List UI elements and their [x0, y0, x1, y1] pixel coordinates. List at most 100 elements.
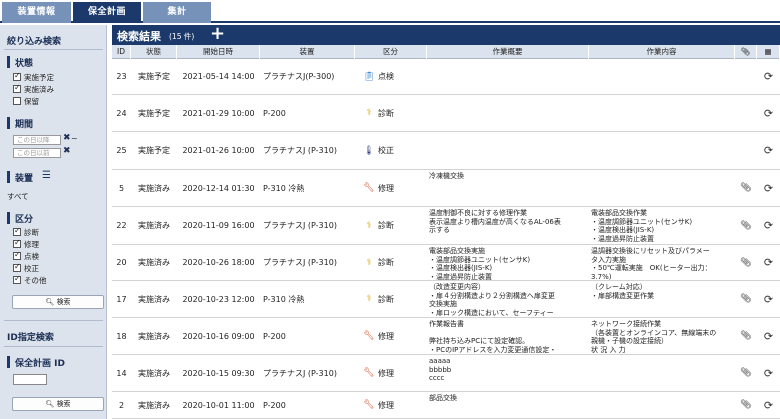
table-row[interactable]: 18 実施済み 2020-10-16 09:00 P-200 🔧︎ 修理 作業報告書 弊社持…: [112, 318, 780, 355]
table-row[interactable]: 5 実施済み 2020-12-14 01:30 P-310 冷熱 🔧︎ 修理 冷凍機交換 📎︎…: [112, 170, 780, 207]
plan-id-input[interactable]: [13, 374, 47, 385]
category-option-repair[interactable]: 修理: [13, 238, 39, 249]
col-category[interactable]: 区分: [355, 45, 427, 59]
row-device: プラチナスJ (P-310): [263, 146, 337, 155]
row-action: ⟳: [757, 355, 780, 391]
sync-icon[interactable]: ⟳: [764, 399, 773, 412]
row-datetime: 2021-05-14 14:00: [182, 72, 255, 81]
checkbox[interactable]: [13, 226, 21, 236]
status-option-done[interactable]: 実施済み: [13, 83, 54, 94]
summary-text: aaaaa bbbbb cccc: [429, 357, 452, 382]
stethoscope-icon: ⚕: [366, 220, 372, 231]
plus-icon[interactable]: +: [210, 23, 225, 44]
summary-text: 温度制御不良に対する修理作業 表示温度より槽内温度が高くなるAL-06表 示する: [429, 209, 561, 234]
col-id[interactable]: ID: [112, 45, 131, 59]
checkbox[interactable]: [13, 262, 21, 272]
row-content: （クレーム対応） ・扉部構造変更作業: [589, 281, 735, 317]
sync-icon[interactable]: ⟳: [764, 256, 773, 269]
category-text: 診断: [378, 294, 394, 304]
list-icon[interactable]: ☰: [42, 170, 51, 181]
tab-summary[interactable]: 集計: [143, 2, 211, 23]
category-option-diagnosis[interactable]: 診断: [13, 226, 39, 237]
category-option-inspection[interactable]: 点検: [13, 250, 39, 261]
col-datetime[interactable]: 開始日時: [177, 45, 260, 59]
row-summary: （改造変更内容） ・扉４分割構造より２分割構造へ扉変更 交換実施 ・扉ロック構造…: [427, 281, 589, 317]
period-from-input[interactable]: この日以降: [13, 135, 61, 145]
table-row[interactable]: 23 実施予定 2021-05-14 14:00 プラチナスJ(P-300) 📋︎ 点検 ⟳: [112, 59, 780, 95]
top-tab-bar: 装置情報 保全計画 集計: [0, 0, 780, 23]
period-tilde: ~: [71, 134, 78, 143]
row-attachment: 📎︎: [735, 281, 757, 317]
paperclip-icon[interactable]: 📎︎: [740, 258, 751, 268]
table-row[interactable]: 25 実施予定 2021-01-26 10:00 プラチナスJ (P-310) 🌡︎ 校正…: [112, 132, 780, 170]
table-row[interactable]: 22 実施済み 2020-11-09 16:00 プラチナスJ (P-310) ⚕ 診断 温…: [112, 207, 780, 245]
table-row[interactable]: 20 実施済み 2020-10-26 18:00 プラチナスJ (P-310) ⚕ 診断 電…: [112, 245, 780, 281]
sync-icon[interactable]: ⟳: [764, 107, 773, 120]
option-label: その他: [24, 275, 47, 285]
filter-search-button[interactable]: 🔍︎ 検索: [12, 295, 104, 309]
tab-maintenance-plan[interactable]: 保全計画: [73, 2, 141, 23]
summary-text: 部品交換: [429, 394, 457, 402]
category-text: 修理: [378, 368, 394, 378]
sync-icon[interactable]: ⟳: [764, 70, 773, 83]
paperclip-icon[interactable]: 📎︎: [740, 331, 751, 341]
stethoscope-icon: ⚕: [366, 294, 372, 304]
checkbox[interactable]: [13, 71, 21, 81]
sync-icon[interactable]: ⟳: [764, 293, 773, 306]
clear-from-icon[interactable]: ✖: [63, 133, 71, 143]
summary-text: 電装部品交換実施 ・温度調節器ユニット(センサK) ・温度検出器(JIS-K) …: [429, 247, 531, 280]
sync-icon[interactable]: ⟳: [764, 219, 773, 232]
row-attachment: [735, 95, 757, 131]
period-to-input[interactable]: この日以前: [13, 148, 61, 158]
row-id: 23: [116, 72, 127, 81]
row-summary: aaaaa bbbbb cccc: [427, 355, 589, 391]
row-datetime: 2020-10-23 12:00: [182, 294, 255, 304]
table-row[interactable]: 2 実施済み 2020-10-01 11:00 P-200 🔧︎ 修理 部品交換 📎︎ ⟳: [112, 392, 780, 419]
paperclip-icon[interactable]: 📎︎: [740, 400, 751, 410]
clear-to-icon[interactable]: ✖: [63, 146, 71, 156]
col-summary[interactable]: 作業概要: [427, 45, 589, 59]
row-category: ⚕ 診断: [355, 245, 427, 280]
checkbox[interactable]: [13, 97, 21, 105]
col-content[interactable]: 作業内容: [589, 45, 735, 59]
checkbox[interactable]: [13, 83, 21, 93]
category-option-other[interactable]: その他: [13, 274, 47, 285]
row-id: 18: [116, 331, 127, 341]
paperclip-icon[interactable]: 📎︎: [740, 221, 751, 231]
row-attachment: 📎︎: [735, 318, 757, 354]
paperclip-icon: 📎︎: [735, 45, 757, 59]
status-option-planned[interactable]: 実施予定: [13, 71, 54, 82]
row-action: ⟳: [757, 59, 780, 94]
col-device[interactable]: 装置: [260, 45, 355, 59]
row-content: ネットワーク接続作業 （各装置とオンラインコア、無線端末の 親機・子機の設定接続…: [589, 318, 735, 354]
row-action: ⟳: [757, 245, 780, 280]
status-option-hold[interactable]: 保留: [13, 96, 39, 106]
table-row[interactable]: 17 実施済み 2020-10-23 12:00 P-310 冷熱 ⚕ 診断 （改造変更内容…: [112, 281, 780, 318]
row-device: プラチナスJ (P-310): [263, 368, 337, 378]
content-text: 電装部品交換作業 ・温度調節器ユニット(センサK) ・温度検出器(JIS-K) …: [591, 209, 693, 243]
category-option-calibration[interactable]: 校正: [13, 262, 39, 273]
table-row[interactable]: 14 実施済み 2020-10-15 09:30 プラチナスJ (P-310) 🔧︎ 修理…: [112, 355, 780, 392]
checkbox[interactable]: [13, 238, 21, 248]
row-id: 2: [118, 400, 125, 410]
paperclip-icon[interactable]: 📎︎: [740, 294, 751, 304]
sync-icon[interactable]: ⟳: [764, 367, 773, 380]
sync-icon[interactable]: ⟳: [764, 144, 773, 157]
checkbox[interactable]: [13, 274, 21, 284]
row-device: P-310 冷熱: [263, 183, 305, 193]
sync-icon[interactable]: ⟳: [764, 182, 773, 195]
search-icon: 🔍︎: [45, 298, 55, 306]
device-label: 装置: [15, 174, 34, 184]
row-category: 🔧︎ 修理: [355, 170, 427, 206]
col-status[interactable]: 状態: [131, 45, 177, 59]
paperclip-icon[interactable]: 📎︎: [740, 183, 751, 193]
row-summary: 冷凍機交換: [427, 170, 589, 206]
table-row[interactable]: 24 実施予定 2021-01-29 10:00 P-200 ⚕ 診断 ⟳: [112, 95, 780, 132]
paperclip-icon[interactable]: 📎︎: [740, 368, 751, 378]
checkbox[interactable]: [13, 250, 21, 260]
summary-text: （改造変更内容） ・扉４分割構造より２分割構造へ扉変更 交換実施 ・扉ロック構造…: [429, 283, 555, 317]
category-text: 点検: [378, 72, 394, 81]
id-search-button[interactable]: 🔍︎ 検索: [12, 397, 104, 411]
tab-device-info[interactable]: 装置情報: [2, 2, 71, 23]
sync-icon[interactable]: ⟳: [764, 330, 773, 343]
